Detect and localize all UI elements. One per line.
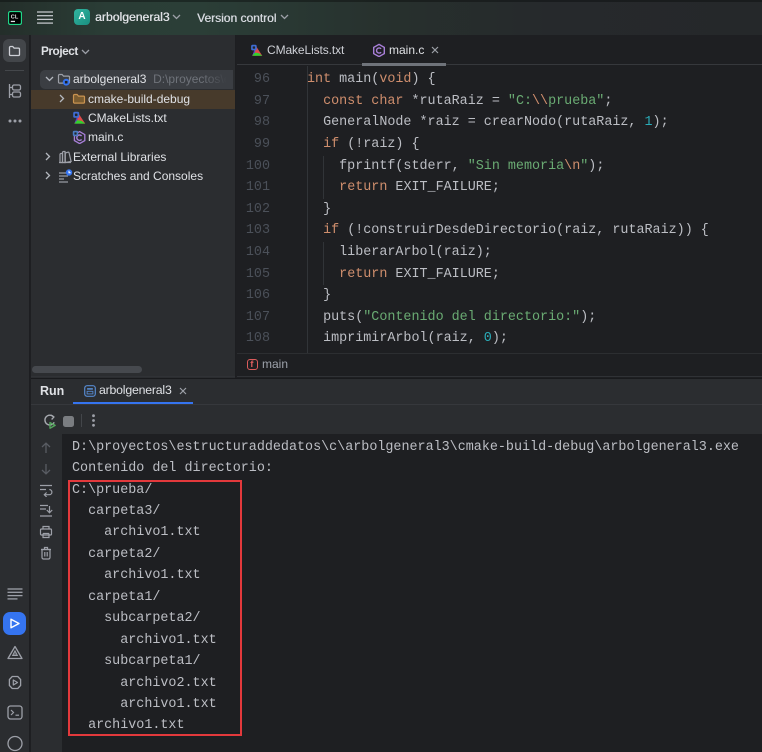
svg-text:CL: CL bbox=[11, 15, 19, 21]
